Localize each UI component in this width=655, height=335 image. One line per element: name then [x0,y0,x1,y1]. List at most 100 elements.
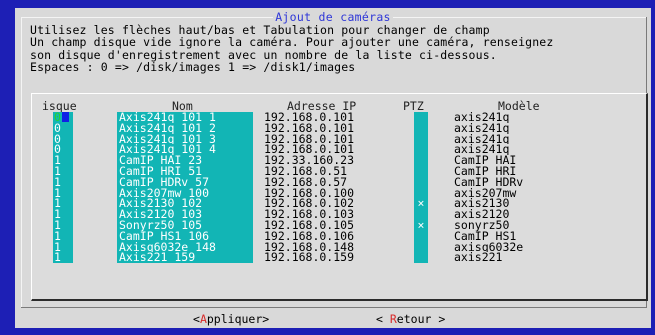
disk-field[interactable]: 1 [53,209,73,220]
model-cell: axisq6032e [454,242,574,253]
camera-name-field-value: Axis241q_101_1 [119,112,216,123]
ip-address-cell: 192.168.0.57 [264,177,384,188]
camera-name-field[interactable]: Axis241q_101_4 [117,144,253,155]
camera-list-panel: isque Nom Adresse IP PTZ Modèle 00001111… [31,93,648,301]
disk-field[interactable]: 0 [53,112,73,123]
ip-address-cell: 192.168.0.101 [264,144,384,155]
disk-field[interactable]: 1 [53,220,73,231]
ptz-field[interactable] [414,242,428,253]
camera-name-field[interactable]: Axis241q_101_1 [117,112,253,123]
ip-address-cell: 192.168.0.103 [264,209,384,220]
ip-address-cell-value: 192.168.0.102 [264,198,355,210]
disk-field-value: 1 [54,165,61,177]
instructions: Utilisez les flèches haut/bas et Tabulat… [30,24,553,73]
disk-field-value: 0 [54,122,61,134]
ip-address-cell: 192.168.0.101 [264,134,384,145]
header-ip: Adresse IP [287,99,357,113]
dialog-frame-bottom [21,307,647,308]
disk-field[interactable]: 1 [53,166,73,177]
disk-field[interactable]: 1 [53,188,73,199]
ip-address-cell: 192.168.0.148 [264,242,384,253]
back-hotkey: R [389,312,397,326]
disk-field-value: 1 [54,209,61,220]
ip-address-cell: 192.168.0.106 [264,231,384,242]
camera-name-field-value: Axis241q_101_2 [119,122,216,134]
camera-name-field[interactable]: Axis241q_101_2 [117,123,253,134]
name-column: Axis241q_101_1 Axis241q_101_2 Axis241q_101… [117,112,253,264]
model-cell: CamIP_HRI [454,166,574,177]
model-cell-value: sonyrz50 [454,219,510,231]
dialog-frame-left [21,17,22,308]
disk-field-value: 1 [54,230,61,242]
camera-name-field[interactable]: Axis2120_103 [117,209,253,220]
model-cell: axis207mw [454,188,574,199]
back-button[interactable]: < Retour > [376,312,445,326]
disk-field[interactable]: 0 [53,123,73,134]
ip-address-cell-value: 192.33.160.23 [264,155,355,166]
disk-field[interactable]: 1 [53,155,73,166]
disk-field[interactable]: 1 [53,177,73,188]
camera-name-field-value: Axis2120_103 [119,209,203,220]
model-cell: axis241q [454,134,574,145]
ip-address-cell-value: 192.168.0.101 [264,144,355,156]
add-cameras-dialog: Ajout de caméras Utilisez les flèches ha… [15,8,651,328]
ptz-field[interactable] [414,166,428,177]
ptz-field[interactable] [414,134,428,145]
ptz-field[interactable] [414,231,428,242]
ptz-field[interactable] [414,177,428,188]
model-cell-value: CamIP_HRI [454,165,517,177]
disk-field[interactable]: 1 [53,231,73,242]
disk-field-value: 1 [54,219,61,231]
ip-address-cell-value: 192.168.0.101 [264,133,355,145]
ptz-field[interactable]: × [414,198,428,209]
camera-name-field[interactable]: Axis241q_101_3 [117,134,253,145]
ptz-field[interactable] [414,144,428,155]
camera-name-field[interactable]: Sonyrz50_105 [117,220,253,231]
camera-name-field[interactable]: Axis221_159 [117,252,253,263]
disk-field[interactable]: 0 [53,134,73,145]
disk-column: 00001111111111 [53,112,73,264]
camera-name-field-value: Axis2130_102 [119,198,203,210]
model-cell: CamIP_HAI [454,155,574,166]
disk-field[interactable]: 1 [53,252,73,263]
ptz-field[interactable] [414,252,428,263]
model-cell: axis221 [454,252,574,263]
disk-field[interactable]: 0 [53,144,73,155]
model-cell-value: axis241q [454,112,510,123]
ptz-field[interactable] [414,188,428,199]
model-cell-value: axis241q [454,122,510,134]
camera-name-field[interactable]: CamIP_HAI_23 [117,155,253,166]
text-cursor [61,112,69,122]
camera-name-field[interactable]: CamIP_HDRv_57 [117,177,253,188]
header-name: Nom [172,99,193,113]
disk-field-value: 1 [54,187,61,199]
disk-field[interactable]: 1 [53,242,73,253]
apply-button[interactable]: <Appliquer> [193,312,269,326]
back-label: etour > [396,312,446,326]
model-cell: sonyrz50 [454,220,574,231]
ptz-field[interactable] [414,123,428,134]
ptz-field[interactable] [414,155,428,166]
model-cell-value: axis2120 [454,209,510,220]
ptz-field[interactable] [414,209,428,220]
model-cell: CamIP_HDRv [454,177,574,188]
header-disk: isque [42,99,77,113]
camera-name-field[interactable]: Axis207mw_100 [117,188,253,199]
camera-name-field[interactable]: CamIP_HS1_106 [117,231,253,242]
camera-name-field[interactable]: CamIP_HRI_51 [117,166,253,177]
model-cell: axis241q [454,144,574,155]
model-cell-value: CamIP_HDRv [454,176,524,188]
ptz-field[interactable]: × [414,220,428,231]
camera-name-field[interactable]: Axis2130_102 [117,198,253,209]
ptz-field-value: × [417,198,425,210]
disk-field-value: 0 [54,133,61,145]
ip-address-cell-value: 192.168.0.106 [264,230,355,242]
camera-name-field-value: Sonyrz50_105 [119,219,203,231]
model-cell-value: CamIP_HS1 [454,230,517,242]
ip-address-cell: 192.168.0.101 [264,123,384,134]
ptz-field[interactable] [414,112,428,123]
ip-address-cell-value: 192.168.0.105 [264,219,355,231]
disk-field[interactable]: 1 [53,198,73,209]
disk-field-value: 1 [54,252,61,264]
camera-name-field[interactable]: Axisq6032e_148 [117,242,253,253]
